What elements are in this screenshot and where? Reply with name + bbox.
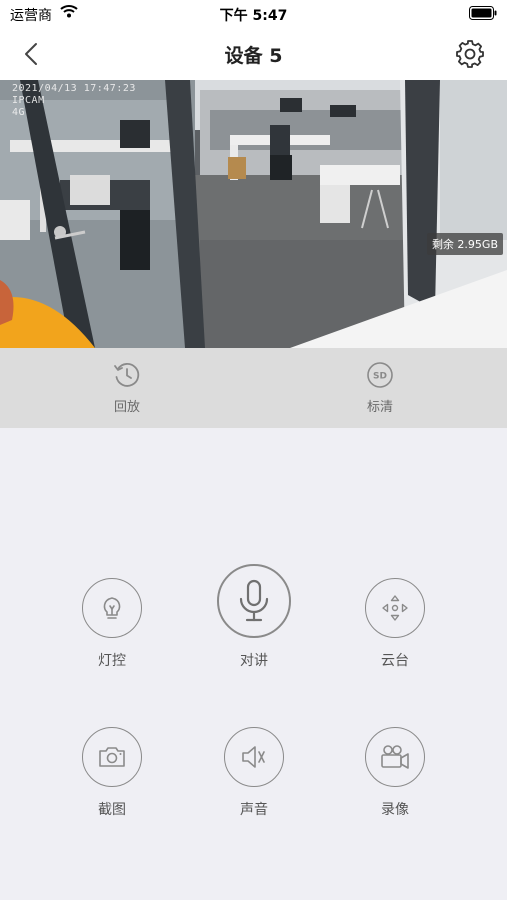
light-control-button[interactable]: 灯控 [67, 578, 157, 670]
video-option-bar: 回放 SD 标清 [0, 348, 507, 428]
sound-button[interactable]: 声音 [209, 727, 299, 819]
ptz-label: 云台 [381, 653, 409, 669]
navigation-bar: 设备 5 [0, 28, 507, 80]
camera-osd-overlay: 2021/04/13 17:47:23 IPCAM 4G [12, 83, 136, 119]
settings-gear-icon[interactable] [455, 39, 485, 69]
talk-button-circle [217, 564, 291, 638]
video-camera-icon [381, 745, 409, 769]
playback-button[interactable]: 回放 [87, 360, 167, 415]
sd-quality-icon: SD [367, 362, 393, 388]
osd-timestamp: 2021/04/13 17:47:23 [12, 83, 136, 94]
ptz-button-circle [365, 578, 425, 638]
storage-remaining-badge: 剩余 2.95GB [426, 233, 503, 255]
quality-button[interactable]: SD 标清 [340, 360, 420, 415]
playback-label: 回放 [113, 400, 140, 415]
page-title: 设备 5 [224, 45, 283, 67]
microphone-icon [239, 579, 269, 622]
lightbulb-icon [103, 597, 121, 619]
battery-icon [469, 6, 497, 20]
direction-pad-icon [382, 595, 408, 621]
live-video-view[interactable]: 2021/04/13 17:47:23 IPCAM 4G 剩余 2.95GB [0, 80, 507, 348]
light-button-circle [82, 578, 142, 638]
talk-button[interactable]: 对讲 [209, 564, 299, 670]
speaker-muted-icon [242, 746, 265, 768]
record-button-circle [365, 727, 425, 787]
screenshot-button[interactable]: 截图 [67, 727, 157, 819]
clock: 下午 5:47 [219, 8, 288, 24]
ptz-control-button[interactable]: 云台 [350, 578, 440, 670]
record-label: 录像 [381, 802, 409, 818]
sound-button-circle [224, 727, 284, 787]
screenshot-button-circle [82, 727, 142, 787]
sound-label: 声音 [240, 802, 268, 818]
record-button[interactable]: 录像 [350, 727, 440, 819]
quality-label: 标清 [366, 400, 393, 415]
screenshot-label: 截图 [98, 802, 126, 818]
light-label: 灯控 [98, 653, 126, 669]
status-bar: 运营商 下午 5:47 [0, 0, 507, 28]
history-icon [114, 362, 140, 387]
camera-icon [99, 747, 125, 767]
camera-feed-image [0, 80, 507, 348]
talk-label: 对讲 [240, 653, 268, 669]
osd-network: 4G [12, 107, 26, 118]
svg-text:SD: SD [373, 372, 387, 382]
osd-camera-name: IPCAM [12, 95, 45, 106]
